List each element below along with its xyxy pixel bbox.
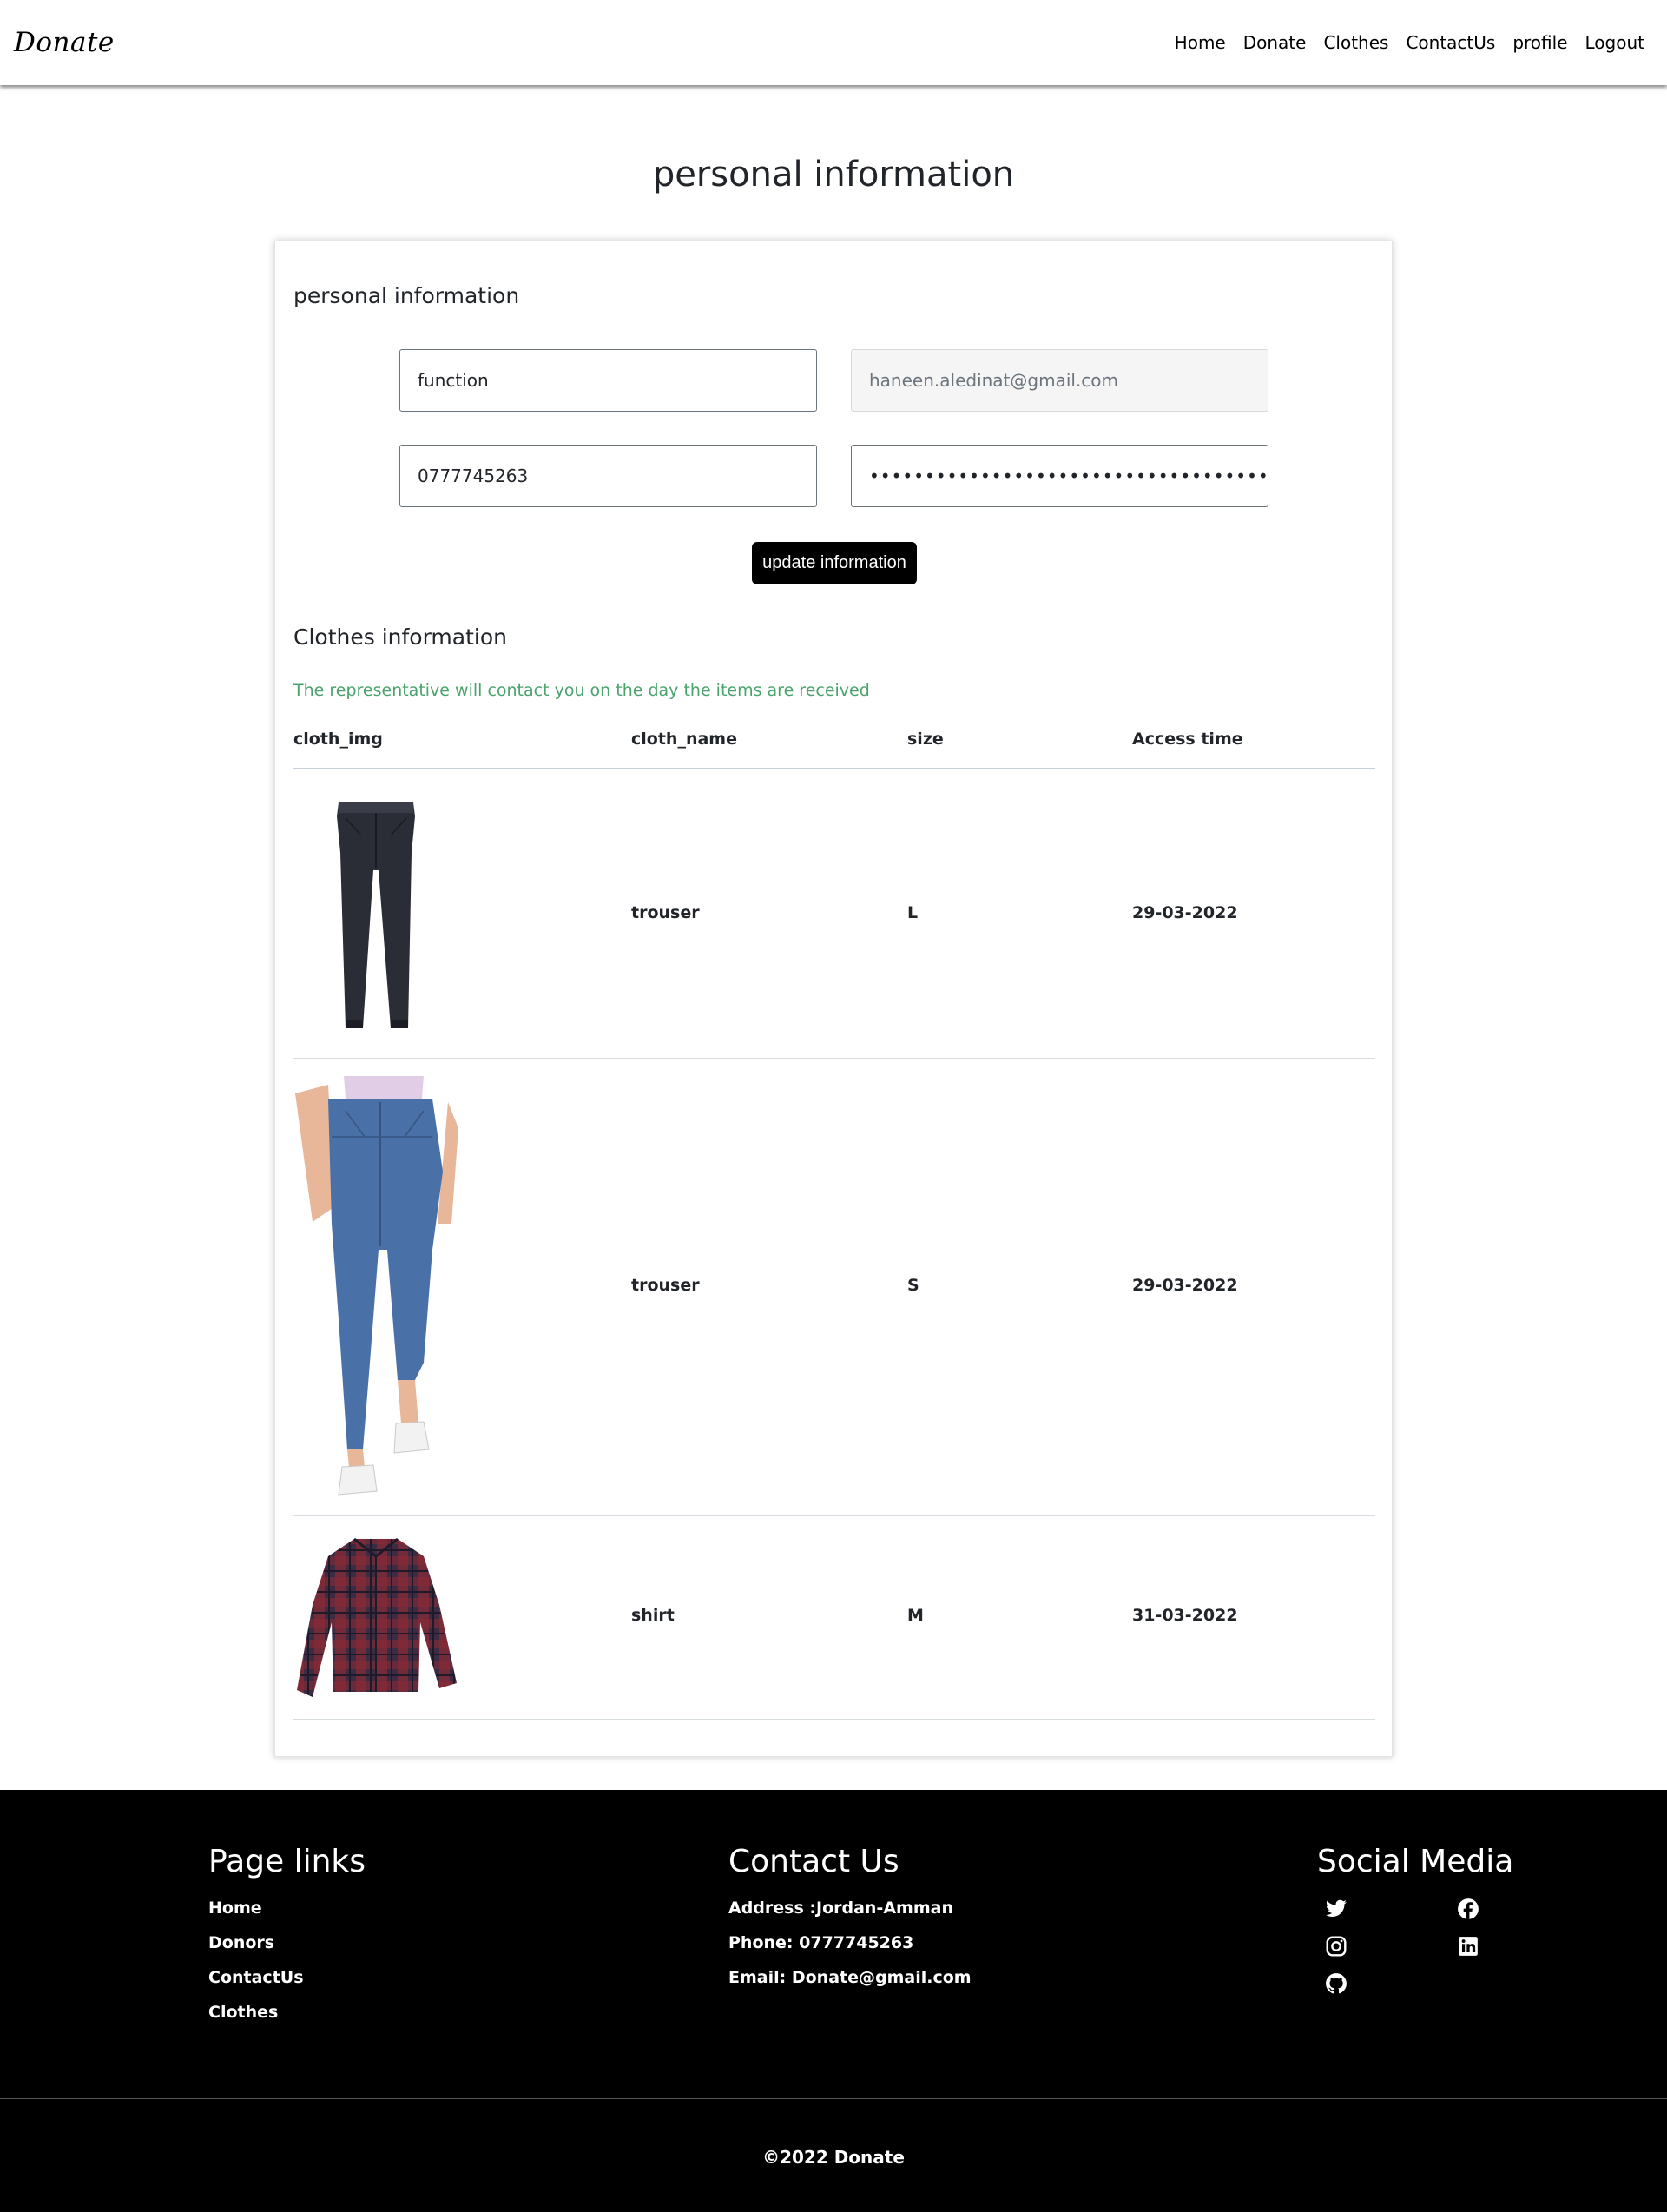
email-input: haneen.aledinat@gmail.com xyxy=(851,349,1268,412)
footer-divider xyxy=(0,2098,1667,2099)
footer-link-contactus[interactable]: ContactUs xyxy=(208,1968,304,1987)
footer-link-clothes[interactable]: Clothes xyxy=(208,2003,278,2022)
nav-link-clothes[interactable]: Clothes xyxy=(1323,32,1388,53)
nav-link-contactus[interactable]: ContactUs xyxy=(1406,32,1495,53)
navbar: Donate Home Donate Clothes ContactUs pro… xyxy=(0,0,1667,85)
nav-link-donate[interactable]: Donate xyxy=(1243,32,1307,53)
footer-phone: Phone: 0777745263 xyxy=(728,1933,914,1952)
footer-link-donors[interactable]: Donors xyxy=(208,1933,274,1952)
notice-text: The representative will contact you on t… xyxy=(293,681,870,700)
table-header: cloth_img cloth_name size Access time xyxy=(293,730,1375,769)
table-row: trouser L 29-03-2022 xyxy=(293,769,1375,1059)
column-header-size: size xyxy=(907,730,944,749)
nav-link-profile[interactable]: profile xyxy=(1512,32,1567,53)
cloth-name-cell: shirt xyxy=(631,1606,675,1625)
page-title: personal information xyxy=(652,155,1015,195)
clothes-table: cloth_img cloth_name size Access time tr… xyxy=(293,730,1375,1720)
access-time-cell: 31-03-2022 xyxy=(1132,1606,1238,1625)
column-header-access-time: Access time xyxy=(1132,730,1243,749)
footer-social-title: Social Media xyxy=(1317,1844,1514,1879)
nav-link-logout[interactable]: Logout xyxy=(1585,32,1644,53)
github-icon[interactable] xyxy=(1325,1972,1347,1995)
nav-links: Home Donate Clothes ContactUs profile Lo… xyxy=(1157,32,1644,53)
size-cell: L xyxy=(907,903,919,922)
size-cell: M xyxy=(907,1606,924,1625)
size-cell: S xyxy=(907,1276,919,1295)
table-row: trouser S 29-03-2022 xyxy=(293,1059,1375,1516)
footer-email: Email: Donate@gmail.com xyxy=(728,1968,972,1987)
password-input[interactable]: ••••••••••••••••••••••••••••••••••••••••… xyxy=(851,445,1268,507)
dark-trousers-image xyxy=(293,801,458,1034)
personal-info-heading: personal information xyxy=(293,283,520,308)
access-time-cell: 29-03-2022 xyxy=(1132,1276,1238,1295)
footer-address: Address :Jordan-Amman xyxy=(728,1898,953,1918)
nav-link-home[interactable]: Home xyxy=(1175,32,1226,53)
footer-contact-title: Contact Us xyxy=(728,1844,899,1879)
instagram-icon[interactable] xyxy=(1325,1935,1347,1958)
profile-card: personal information function haneen.ale… xyxy=(274,241,1393,1757)
footer-link-home[interactable]: Home xyxy=(208,1898,262,1918)
access-time-cell: 29-03-2022 xyxy=(1132,903,1238,922)
column-header-cloth-name: cloth_name xyxy=(631,730,737,749)
phone-input[interactable]: 0777745263 xyxy=(399,445,817,507)
update-information-button[interactable]: update information xyxy=(752,542,917,584)
twitter-icon[interactable] xyxy=(1325,1898,1347,1920)
footer-page-links-title: Page links xyxy=(208,1844,366,1879)
linkedin-icon[interactable] xyxy=(1457,1935,1479,1958)
plaid-shirt-image xyxy=(293,1535,458,1704)
footer: Page links Home Donors ContactUs Clothes… xyxy=(0,1790,1667,2212)
brand-logo[interactable]: Donate xyxy=(14,27,115,58)
cloth-name-cell: trouser xyxy=(631,1276,700,1295)
facebook-icon[interactable] xyxy=(1457,1898,1479,1920)
clothes-info-heading: Clothes information xyxy=(293,624,507,650)
name-input[interactable]: function xyxy=(399,349,817,412)
cloth-name-cell: trouser xyxy=(631,903,700,922)
table-row: shirt M 31-03-2022 xyxy=(293,1516,1375,1720)
blue-jeans-image xyxy=(293,1076,458,1502)
column-header-cloth-img: cloth_img xyxy=(293,730,383,749)
copyright-text: ©2022 Donate xyxy=(762,2147,905,2168)
